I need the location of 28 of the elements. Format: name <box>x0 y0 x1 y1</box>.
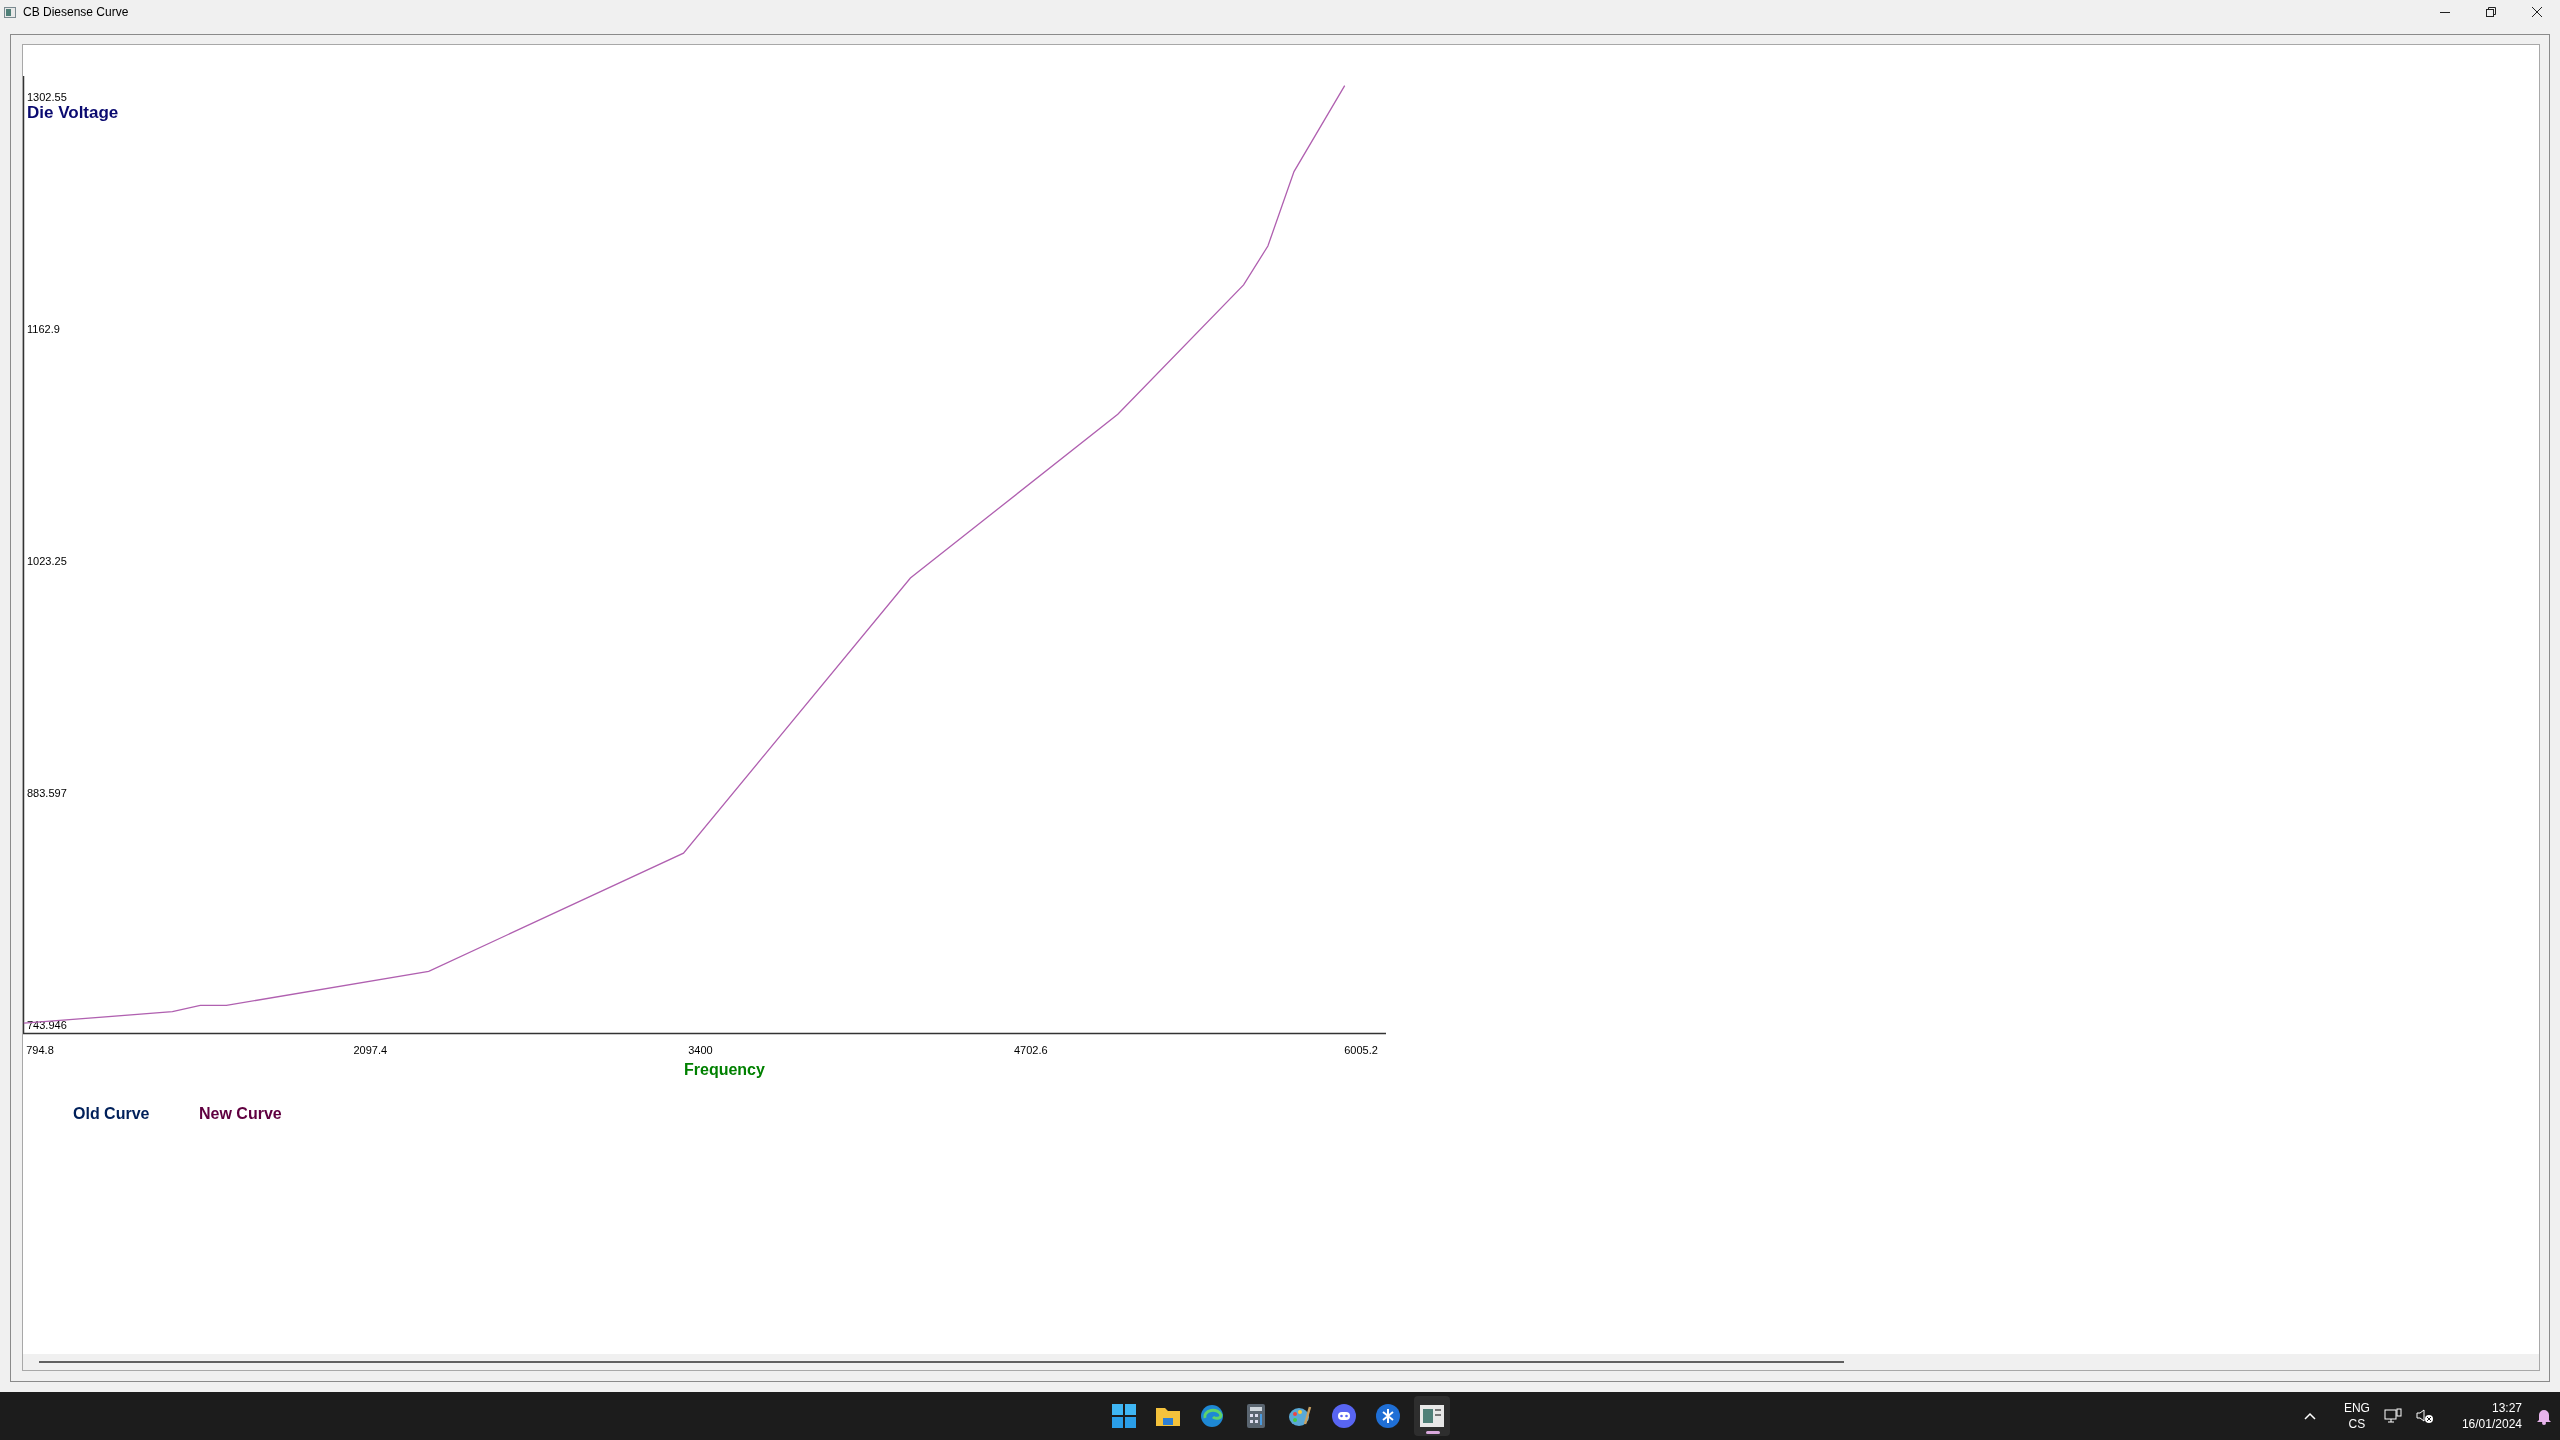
clock-date[interactable]: 16/01/2024 <box>2461 1416 2522 1432</box>
bell-icon[interactable] <box>2536 1407 2552 1425</box>
x-tick-label: 2097.4 <box>353 1044 388 1056</box>
window-icon <box>4 6 16 18</box>
keyboard-layout[interactable]: CS <box>2348 1416 2366 1432</box>
legend-label: New Curve <box>199 1105 282 1122</box>
x-tick-label: 794.8 <box>26 1044 54 1056</box>
speaker-muted-icon[interactable] <box>2415 1408 2434 1424</box>
y-tick-label: 883.597 <box>27 787 67 800</box>
restore-icon[interactable] <box>2486 7 2496 17</box>
x-tick-label: 6005.2 <box>1344 1044 1378 1056</box>
close-icon[interactable] <box>2532 7 2542 17</box>
y-tick-label: 1302.55 <box>27 90 67 103</box>
window-app-icon[interactable] <box>1414 1396 1450 1436</box>
x-tick-label: 4702.6 <box>1013 1044 1048 1056</box>
scrollbar-thumb[interactable] <box>39 1361 1844 1363</box>
window-title: CB Diesense Curve <box>23 5 130 19</box>
chevron-up-icon[interactable] <box>2303 1412 2316 1420</box>
y-tick-label: 1023.25 <box>27 555 67 567</box>
y-tick-label: 1162.9 <box>27 322 60 335</box>
y-axis-title: Die Voltage <box>27 103 119 122</box>
clock-time[interactable]: 13:27 <box>2491 1400 2522 1416</box>
monitor-icon[interactable] <box>2383 1408 2402 1424</box>
x-axis-title: Frequency <box>684 1061 765 1078</box>
language-indicator[interactable]: ENG <box>2343 1400 2370 1416</box>
x-tick-label: 3400 <box>688 1044 713 1056</box>
y-tick-label: 743.946 <box>27 1019 67 1032</box>
legend-label: Old Curve <box>73 1105 150 1122</box>
